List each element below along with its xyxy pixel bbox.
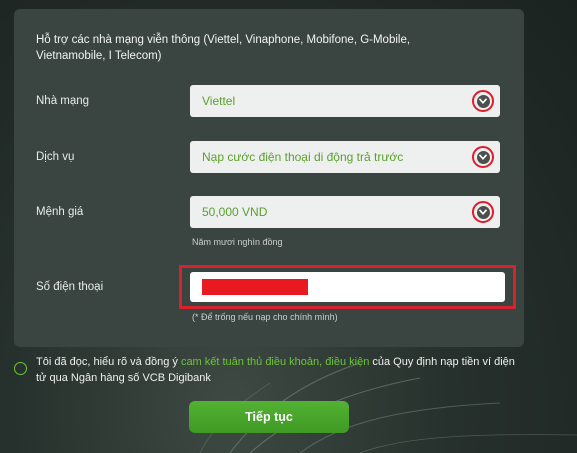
chevron-down-icon[interactable]	[472, 146, 494, 168]
phone-number-hint: (* Để trống nếu nạp cho chính mình)	[192, 312, 338, 322]
chevron-down-icon[interactable]	[472, 90, 494, 112]
continue-button[interactable]: Tiếp tục	[189, 401, 349, 433]
denomination-select[interactable]: 50,000 VND	[190, 196, 500, 228]
service-select-value: Nạp cước điện thoại di động trả trước	[202, 150, 404, 164]
terms-commitment-link[interactable]: cam kết tuân thủ điều khoản	[181, 356, 319, 368]
chevron-down-icon[interactable]	[472, 201, 494, 223]
carrier-select[interactable]: Viettel	[190, 85, 500, 117]
phone-number-input[interactable]	[190, 272, 505, 302]
supported-carriers-text: Hỗ trợ các nhà mạng viễn thông (Viettel,…	[36, 34, 411, 62]
terms-agreement-text: Tôi đã đọc, hiểu rõ và đồng ý cam kết tu…	[36, 354, 526, 386]
phone-number-label: Số điện thoại	[36, 281, 104, 293]
phone-highlight-frame	[179, 265, 516, 309]
terms-text-start: Tôi đã đọc, hiểu rõ và đồng ý	[36, 356, 181, 368]
terms-conditions-link[interactable]: điều kiện	[325, 356, 369, 368]
carrier-label: Nhà mạng	[36, 95, 90, 107]
denomination-label: Mệnh giá	[36, 206, 84, 218]
service-label: Dịch vụ	[36, 151, 75, 163]
topup-form-panel: Hỗ trợ các nhà mạng viễn thông (Viettel,…	[14, 9, 524, 347]
service-select[interactable]: Nạp cước điện thoại di động trả trước	[190, 141, 500, 173]
redaction-bar	[202, 279, 308, 295]
carrier-select-value: Viettel	[202, 94, 236, 108]
radio-unchecked-icon[interactable]	[14, 362, 27, 375]
denomination-select-value: 50,000 VND	[202, 205, 268, 219]
denomination-in-words: Năm mươi nghìn đồng	[192, 237, 283, 247]
